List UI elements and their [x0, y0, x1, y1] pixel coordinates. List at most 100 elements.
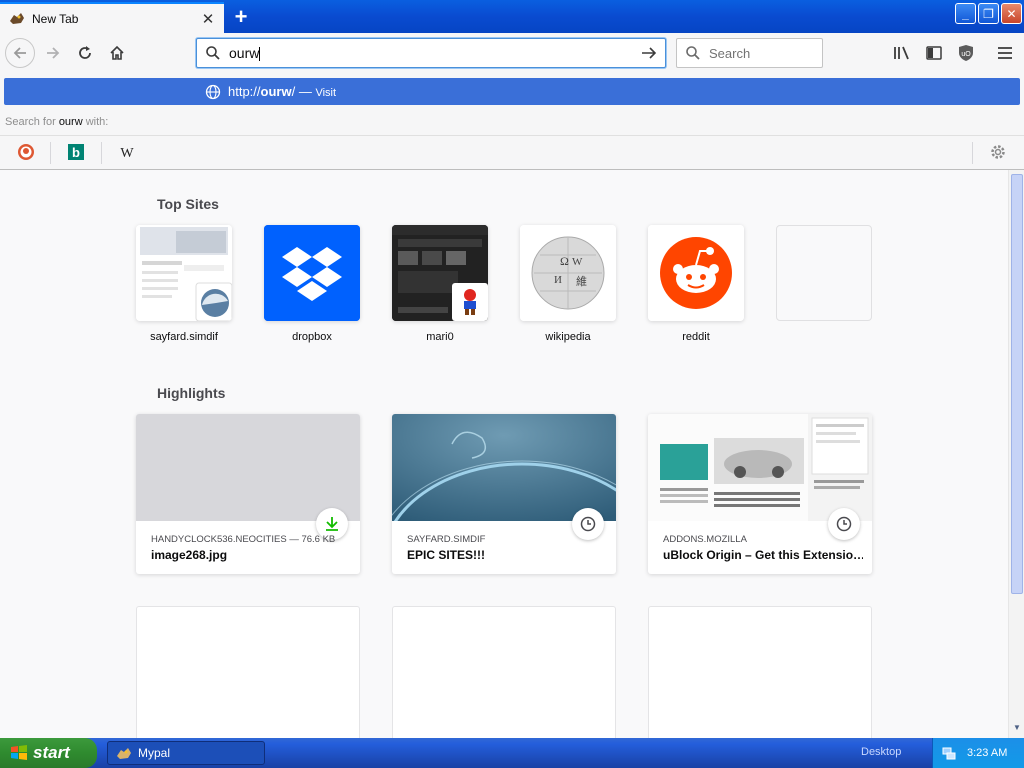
reload-button[interactable]: [70, 38, 100, 68]
reload-icon: [79, 46, 91, 59]
suggestion-url-bold: ourw: [260, 84, 292, 99]
card-meta: SAYFARD.SIMDIF: [407, 534, 486, 545]
forward-button[interactable]: [38, 38, 68, 68]
home-icon: [110, 45, 124, 60]
svg-text:維: 維: [576, 275, 587, 288]
duckduckgo-icon[interactable]: [16, 142, 36, 162]
ublock-button[interactable]: uO: [951, 38, 981, 68]
windows-taskbar: start Mypal Desktop 3:23 AM: [0, 738, 1024, 768]
one-off-search-engines: b W: [0, 135, 1024, 169]
new-tab-button[interactable]: +: [228, 4, 254, 30]
site-thumbnail: [392, 225, 488, 321]
dropbox-icon: [264, 225, 360, 321]
card-preview: [136, 414, 360, 521]
clock-time: 3:23 AM: [967, 747, 1008, 759]
library-icon: [894, 46, 909, 60]
minimize-button[interactable]: _: [955, 3, 976, 24]
suggestion-row[interactable]: http://ourw/ — Visit: [4, 78, 1020, 105]
highlight-card[interactable]: HANDYCLOCK536.NEOCITIES — 76.6 KB image2…: [136, 414, 360, 574]
navigation-toolbar: ourw Search uO: [0, 33, 1024, 73]
arrow-right-icon: [47, 47, 60, 59]
sidebar-icon: [926, 46, 942, 60]
top-site-tile[interactable]: reddit: [648, 225, 744, 343]
system-tray: 3:23 AM: [932, 738, 1024, 768]
url-input[interactable]: ourw: [229, 45, 259, 61]
start-label: start: [33, 743, 70, 762]
globe-icon: [205, 84, 221, 100]
empty-highlight-card: [648, 606, 872, 738]
highlight-card[interactable]: SAYFARD.SIMDIF EPIC SITES!!!: [392, 414, 616, 574]
tab-new-tab[interactable]: New Tab ✕: [0, 2, 224, 33]
vertical-scrollbar[interactable]: ▼: [1008, 170, 1024, 738]
card-title: uBlock Origin – Get this Extensio…: [663, 548, 863, 562]
bing-icon[interactable]: b: [66, 142, 86, 162]
menu-button[interactable]: [990, 38, 1020, 68]
window-controls: _ ❐ ✕: [955, 3, 1022, 24]
sidebar-button[interactable]: [919, 38, 949, 68]
search-for-prefix: Search for: [5, 116, 59, 128]
site-label: dropbox: [292, 331, 332, 343]
search-for-suffix: with:: [82, 116, 109, 128]
network-icon: [942, 747, 956, 760]
start-button[interactable]: start: [0, 738, 97, 768]
empty-highlight-card: [392, 606, 616, 738]
close-tab-icon[interactable]: ✕: [200, 11, 216, 28]
empty-tile: [776, 225, 872, 321]
scroll-down-arrow-icon[interactable]: ▼: [1011, 723, 1023, 735]
search-settings-gear-icon[interactable]: [988, 142, 1008, 162]
suggestion-action: Visit: [315, 87, 337, 99]
arrow-left-icon: [13, 47, 26, 59]
scrollbar-thumb[interactable]: [1011, 174, 1023, 594]
close-window-button[interactable]: ✕: [1001, 3, 1022, 24]
top-site-tile[interactable]: ΩWИ 維 wikipedia: [520, 225, 616, 343]
top-site-tile[interactable]: dropbox: [264, 225, 360, 343]
site-thumbnail: [136, 225, 232, 321]
svg-text:Ω: Ω: [560, 254, 569, 268]
card-preview: [648, 414, 872, 521]
windows-logo-icon: [11, 745, 27, 760]
mypal-icon: [117, 747, 131, 759]
empty-highlight-card: [136, 606, 360, 738]
card-meta: HANDYCLOCK536.NEOCITIES — 76.6 KB: [151, 534, 336, 545]
library-button[interactable]: [887, 38, 917, 68]
divider: [101, 142, 102, 164]
top-sites-title: Top Sites: [157, 196, 219, 212]
clock-icon: [828, 508, 860, 540]
card-title: EPIC SITES!!!: [407, 548, 486, 562]
wikipedia-icon[interactable]: W: [117, 142, 137, 162]
url-autocomplete-popup: http://ourw/ — Visit Search for ourw wit…: [0, 73, 1024, 170]
reddit-icon: [648, 225, 744, 321]
url-bar[interactable]: ourw: [196, 38, 666, 68]
suggestion-dash: —: [295, 84, 316, 99]
desktop-toolbar-label[interactable]: Desktop: [861, 746, 901, 758]
search-icon: [206, 46, 220, 60]
mypal-icon: [8, 12, 26, 26]
card-title: image268.jpg: [151, 548, 228, 562]
go-arrow-icon: [642, 47, 657, 59]
search-placeholder: Search: [709, 45, 751, 61]
site-label: wikipedia: [545, 331, 591, 343]
svg-text:b: b: [72, 145, 80, 160]
top-site-tile[interactable]: sayfard.simdif: [136, 225, 232, 343]
svg-text:W: W: [120, 146, 134, 161]
taskbar-item-mypal[interactable]: Mypal: [107, 741, 265, 765]
home-button[interactable]: [102, 38, 132, 68]
highlight-card[interactable]: ADDONS.MOZILLA uBlock Origin – Get this …: [648, 414, 872, 574]
search-bar[interactable]: Search: [676, 38, 823, 68]
top-site-placeholder[interactable]: [776, 225, 872, 331]
restore-button[interactable]: ❐: [978, 3, 999, 24]
site-label: mari0: [426, 331, 454, 343]
task-label: Mypal: [138, 746, 171, 760]
divider: [50, 142, 51, 164]
new-tab-page: Top Sites sayfard.simdif dropbox mari0 Ω…: [0, 170, 1008, 738]
svg-text:uO: uO: [961, 51, 971, 58]
hamburger-icon: [998, 47, 1012, 59]
ublock-icon: uO: [959, 45, 973, 61]
svg-text:W: W: [572, 256, 583, 268]
back-button[interactable]: [5, 38, 35, 68]
top-site-tile[interactable]: mari0: [392, 225, 488, 343]
divider: [972, 142, 973, 164]
clock-icon: [572, 508, 604, 540]
search-icon: [686, 46, 700, 60]
site-label: reddit: [682, 331, 710, 343]
